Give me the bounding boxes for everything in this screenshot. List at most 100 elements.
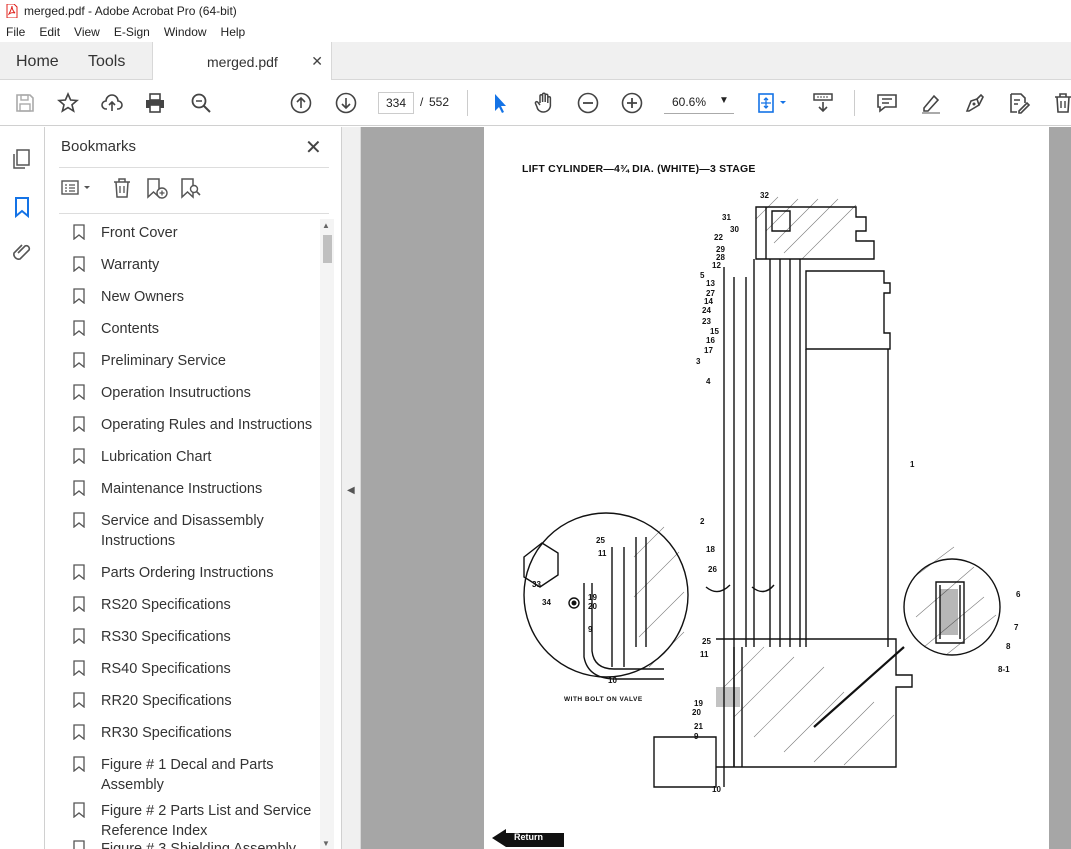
bookmark-item[interactable]: Operation Insutructions: [73, 383, 323, 403]
toolbar-divider: [854, 90, 855, 116]
bookmark-item[interactable]: RR20 Specifications: [73, 691, 323, 711]
bookmark-item[interactable]: Maintenance Instructions: [73, 479, 323, 499]
bookmark-label: RR20 Specifications: [101, 693, 232, 709]
menu-bar: File Edit View E-Sign Window Help: [0, 22, 1071, 42]
fit-page-icon[interactable]: [755, 90, 791, 116]
scroll-mode-icon[interactable]: [810, 90, 836, 116]
part-callout: 22: [714, 233, 723, 242]
part-callout: 25: [702, 637, 711, 646]
bookmark-star-icon[interactable]: [55, 90, 81, 116]
part-callout: 5: [700, 271, 705, 280]
bookmark-label: Front Cover: [101, 225, 178, 241]
bookmark-label: Parts Ordering Instructions: [101, 565, 274, 581]
bookmark-icon: [73, 416, 85, 432]
tab-document[interactable]: merged.pdf ✕: [152, 42, 332, 81]
bookmark-item[interactable]: Parts Ordering Instructions: [73, 563, 323, 583]
bookmark-item[interactable]: RS40 Specifications: [73, 659, 323, 679]
bookmark-item[interactable]: Operating Rules and Instructions: [73, 415, 323, 435]
tab-tools[interactable]: Tools: [88, 53, 125, 71]
part-callout: 4: [706, 377, 711, 386]
close-tab-icon[interactable]: ✕: [311, 53, 323, 70]
bookmark-item[interactable]: RR30 Specifications: [73, 723, 323, 743]
bookmark-item[interactable]: RS30 Specifications: [73, 627, 323, 647]
zoom-in-icon[interactable]: [619, 90, 645, 116]
save-icon[interactable]: [12, 90, 38, 116]
bookmark-label: Maintenance Instructions: [101, 481, 263, 497]
bookmark-item[interactable]: Figure # 2 Parts List and Service Refere…: [73, 801, 323, 841]
part-callout: 8-1: [998, 665, 1010, 674]
part-callout: 13: [706, 279, 715, 288]
bookmark-item[interactable]: New Owners: [73, 287, 323, 307]
page-thumbnails-icon[interactable]: [10, 147, 34, 171]
return-link-button[interactable]: Return: [492, 829, 564, 847]
sign-pen-icon[interactable]: [962, 90, 988, 116]
previous-page-icon[interactable]: [288, 90, 314, 116]
bookmark-item[interactable]: RS20 Specifications: [73, 595, 323, 615]
lift-cylinder-drawing: [523, 196, 1001, 788]
upload-cloud-icon[interactable]: [99, 90, 125, 116]
edit-pdf-icon[interactable]: [1006, 90, 1032, 116]
hand-tool-icon[interactable]: [531, 90, 557, 116]
part-callout: 2: [700, 517, 705, 526]
close-panel-icon[interactable]: ✕: [305, 135, 322, 160]
bookmark-label: Figure # 1 Decal and Parts Assembly: [101, 757, 274, 793]
menu-file[interactable]: File: [6, 25, 25, 39]
bookmark-item[interactable]: Figure # 1 Decal and Parts Assembly: [73, 755, 323, 795]
bookmark-label: RS30 Specifications: [101, 629, 231, 645]
attachments-icon[interactable]: [10, 241, 34, 265]
print-icon[interactable]: [142, 90, 168, 116]
bookmark-icon: [73, 256, 85, 272]
collapse-arrow-icon[interactable]: ◀: [347, 485, 355, 496]
bookmark-item[interactable]: Preliminary Service: [73, 351, 323, 371]
scroll-down-icon[interactable]: ▼: [322, 839, 330, 848]
panel-collapse-handle[interactable]: ◀: [342, 127, 361, 849]
delete-bookmark-icon[interactable]: [109, 175, 135, 201]
find-bookmark-icon[interactable]: [177, 175, 203, 201]
document-view[interactable]: LIFT CYLINDER—4¾ DIA. (WHITE)—3 STAGE 32…: [361, 127, 1071, 849]
bookmark-label: Operating Rules and Instructions: [101, 417, 313, 433]
part-callout: 20: [588, 602, 597, 611]
tab-home[interactable]: Home: [16, 53, 59, 71]
bookmark-icon: [73, 512, 85, 528]
menu-edit[interactable]: Edit: [39, 25, 60, 39]
bookmark-item[interactable]: Lubrication Chart: [73, 447, 323, 467]
bookmark-item[interactable]: Warranty: [73, 255, 323, 275]
menu-window[interactable]: Window: [164, 25, 207, 39]
bookmark-label: Contents: [101, 321, 160, 337]
bookmark-item[interactable]: Contents: [73, 319, 323, 339]
bookmarks-scrollbar[interactable]: ▲ ▼: [320, 219, 334, 849]
bookmark-options-icon[interactable]: [59, 175, 95, 201]
scrollbar-thumb[interactable]: [323, 235, 332, 263]
bookmark-label: Warranty: [101, 257, 160, 273]
bookmark-item[interactable]: Figure # 3 Shielding Assembly: [73, 839, 323, 849]
zoom-dropdown-icon[interactable]: ▼: [719, 95, 729, 106]
delete-icon[interactable]: [1050, 90, 1071, 116]
menu-help[interactable]: Help: [221, 25, 246, 39]
bookmark-label: Figure # 3 Shielding Assembly: [101, 841, 297, 849]
pdf-page: LIFT CYLINDER—4¾ DIA. (WHITE)—3 STAGE 32…: [484, 127, 1049, 849]
next-page-icon[interactable]: [333, 90, 359, 116]
bookmark-icon: [73, 692, 85, 708]
part-callout: 24: [702, 306, 711, 315]
zoom-out-icon[interactable]: [575, 90, 601, 116]
part-callout: 26: [708, 565, 717, 574]
highlight-pen-icon[interactable]: [918, 90, 944, 116]
find-zoom-icon[interactable]: [188, 90, 214, 116]
menu-esign[interactable]: E-Sign: [114, 25, 150, 39]
panel-divider: [59, 213, 329, 214]
bookmarks-panel: Bookmarks ✕ Front Cover Warranty New Own…: [45, 127, 342, 849]
bookmark-item[interactable]: Service and Disassembly Instructions: [73, 511, 323, 551]
bookmark-item[interactable]: Front Cover: [73, 223, 323, 243]
scroll-up-icon[interactable]: ▲: [322, 221, 330, 230]
comment-icon[interactable]: [874, 90, 900, 116]
part-callout: 20: [692, 708, 701, 717]
select-cursor-icon[interactable]: [487, 90, 513, 116]
part-callout: 8: [1006, 642, 1011, 651]
menu-view[interactable]: View: [74, 25, 100, 39]
page-number-input[interactable]: 334: [378, 92, 414, 114]
part-callout: 6: [1016, 590, 1021, 599]
part-callout: 34: [542, 598, 551, 607]
part-callout: 18: [706, 545, 715, 554]
bookmarks-panel-icon[interactable]: [10, 195, 34, 219]
new-bookmark-icon[interactable]: [143, 175, 169, 201]
